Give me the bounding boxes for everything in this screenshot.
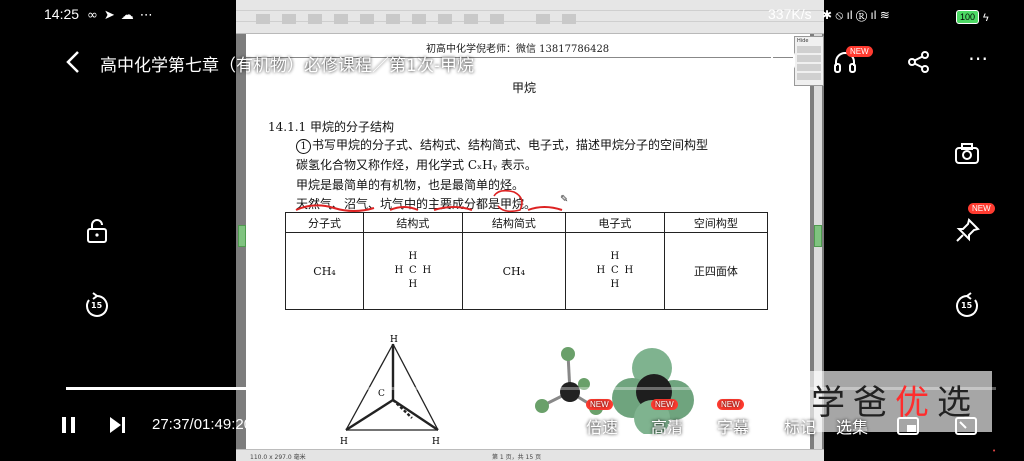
player-title-bar: 高中化学第七章（有机物）必修课程／第1次-甲烷 ▾ NEW ⋯: [0, 40, 1024, 84]
table-header: 分子式: [284, 212, 365, 233]
electron-formula-cell: H HCH H: [565, 232, 665, 310]
seek-bar-played: [66, 387, 302, 390]
network-speed: 337K/s: [768, 6, 812, 22]
notification-icons: ∞ ➤ ☁ ⋯: [87, 8, 153, 23]
quality-new-badge: NEW: [651, 399, 678, 410]
playback-time: 27:37/01:49:20: [152, 416, 253, 433]
fullscreen-toggle-icon[interactable]: [954, 416, 978, 436]
screen-unlock-icon[interactable]: [83, 217, 111, 245]
geometry-cell: 正四面体: [663, 232, 769, 310]
item-number: 1: [296, 139, 311, 154]
clock: 14:25: [44, 6, 80, 22]
video-title: 高中化学第七章（有机物）必修课程／第1次-甲烷: [100, 56, 474, 76]
speed-menu[interactable]: 倍速 NEW: [586, 399, 618, 438]
more-options-icon[interactable]: ⋯: [968, 46, 994, 70]
paragraph-line-1: 1 书写甲烷的分子式、结构式、结构简式、电子式，描述甲烷分子的空间构型: [296, 136, 708, 154]
pin-icon[interactable]: [953, 217, 981, 245]
quality-menu[interactable]: 高清 NEW: [651, 399, 683, 438]
bookmark-menu[interactable]: 标记: [784, 414, 816, 438]
headphones-new-badge: NEW: [846, 46, 873, 57]
episodes-menu[interactable]: 选集: [836, 414, 868, 438]
recorded-app-statusbar: 110.0 x 297.0 毫米 第 1 页，共 15 页: [236, 449, 824, 461]
tetra-label-top: H: [390, 335, 398, 345]
tetra-label-bl: H: [340, 437, 348, 447]
float-window-icon[interactable]: [896, 416, 920, 436]
right-panel-tab: [814, 225, 822, 247]
pause-icon[interactable]: [58, 414, 80, 436]
recorded-app-toolbar: [236, 0, 824, 34]
app-notification-icon: ∞: [87, 8, 98, 23]
tetra-label-center: C: [378, 389, 385, 399]
send-icon: ➤: [103, 8, 115, 23]
table-header: 空间构型: [663, 212, 769, 233]
system-icons: ✱ ⦸ ıl Ⓡ ıl ≋: [822, 8, 890, 22]
simple-formula-cell: CH₄: [461, 232, 567, 310]
battery-icon: 100: [956, 10, 980, 25]
methane-structure-table: 分子式 结构式 结构简式 电子式 空间构型 CH₄ H HCH H CH₄ H …: [284, 212, 769, 310]
structural-formula-cell: H HCH H: [363, 232, 463, 310]
svg-text:▾: ▾: [779, 57, 783, 66]
left-panel-tab: [238, 225, 246, 247]
document-page: 初高中化学倪老师：微信 13817786428 甲烷 14.1.1 甲烷的分子结…: [246, 34, 810, 461]
table-header: 结构式: [363, 212, 463, 233]
share-icon[interactable]: [906, 50, 932, 74]
pencil-cursor-icon: ✎: [560, 194, 569, 205]
back-arrow-icon[interactable]: [60, 48, 88, 76]
charging-icon: ϟ: [982, 12, 989, 24]
page-counter: 第 1 页，共 15 页: [492, 454, 542, 461]
pin-new-badge: NEW: [968, 203, 995, 214]
subtitles-menu[interactable]: 字幕 NEW: [717, 399, 749, 438]
cast-tv-icon[interactable]: ▾: [770, 50, 796, 74]
tetrahedron-diagram: H C H H: [340, 335, 440, 447]
screenshot-camera-icon[interactable]: [953, 140, 981, 168]
table-header: 电子式: [565, 212, 665, 233]
subtitles-new-badge: NEW: [717, 399, 744, 410]
more-notifications-icon: ⋯: [139, 8, 153, 23]
battery-indicator: 100 ϟ: [956, 8, 989, 25]
section-title: 14.1.1 甲烷的分子结构: [268, 120, 394, 134]
chat-icon: ☁: [120, 8, 134, 23]
next-episode-icon[interactable]: [106, 414, 128, 436]
paragraph-line-2: 碳氢化合物又称作烃，用化学式 CₓHᵧ 表示。: [296, 158, 537, 172]
tetra-label-br: H: [432, 437, 440, 447]
molecular-formula-cell: CH₄: [284, 232, 365, 310]
red-handwriting-annotation: [295, 189, 563, 213]
corner-logo: •: [992, 447, 997, 455]
page-size-readout: 110.0 x 297.0 毫米: [250, 454, 306, 461]
speed-new-badge: NEW: [586, 399, 613, 410]
rewind-seconds: 15: [91, 301, 103, 310]
forward-seconds: 15: [961, 301, 973, 310]
table-header: 结构简式: [461, 212, 567, 233]
